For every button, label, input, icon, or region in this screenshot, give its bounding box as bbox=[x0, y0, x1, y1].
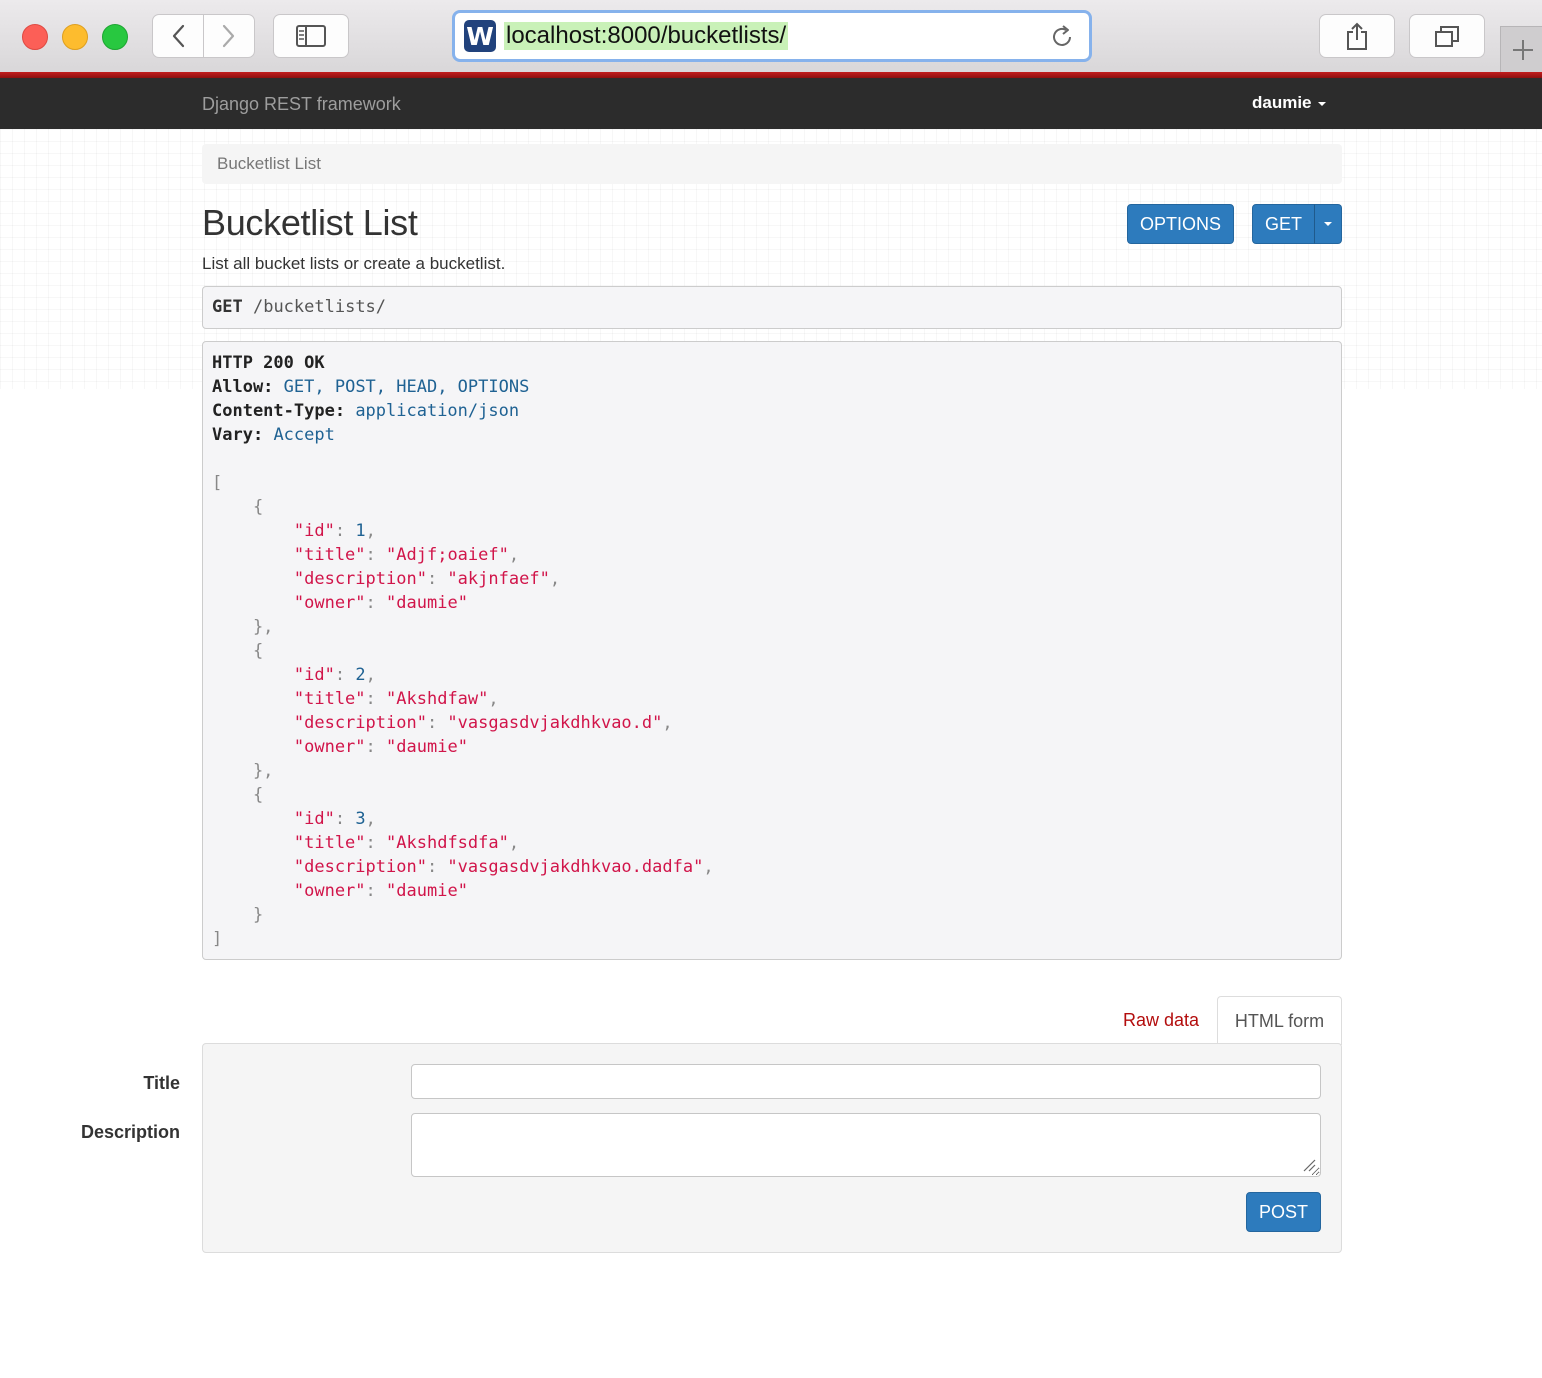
back-icon bbox=[172, 24, 185, 48]
caret-down-icon bbox=[1317, 101, 1326, 106]
browser-toolbar: W localhost:8000/bucketlists/ bbox=[0, 0, 1542, 73]
response-header: Allow: GET, POST, HEAD, OPTIONS bbox=[212, 377, 530, 397]
json-field: "owner": "daumie" bbox=[212, 737, 468, 757]
close-window-button[interactable] bbox=[22, 24, 48, 50]
json-field: "description": "vasgasdvjakdhkvao.d", bbox=[212, 713, 673, 733]
share-icon bbox=[1347, 22, 1367, 50]
json-field: "title": "Akshdfsdfa", bbox=[212, 833, 520, 853]
response-header: Vary: Accept bbox=[212, 425, 335, 445]
request-path: /bucketlists/ bbox=[252, 297, 387, 317]
show-tabs-button[interactable] bbox=[1409, 14, 1485, 58]
zoom-window-button[interactable] bbox=[102, 24, 128, 50]
share-button[interactable] bbox=[1319, 14, 1395, 58]
username: daumie bbox=[1252, 93, 1312, 112]
caret-down-icon bbox=[1324, 222, 1332, 226]
address-bar[interactable]: W localhost:8000/bucketlists/ bbox=[452, 10, 1092, 62]
navbar-brand[interactable]: Django REST framework bbox=[202, 94, 401, 115]
json-field: "id": 2, bbox=[212, 665, 376, 685]
response-info: HTTP 200 OK Allow: GET, POST, HEAD, OPTI… bbox=[202, 341, 1342, 960]
get-button[interactable]: GET bbox=[1252, 204, 1315, 244]
response-status: HTTP 200 OK bbox=[212, 353, 325, 373]
back-button[interactable] bbox=[152, 14, 204, 58]
user-menu[interactable]: daumie bbox=[1252, 93, 1326, 113]
breadcrumb-item-active: Bucketlist List bbox=[217, 154, 321, 173]
forward-icon bbox=[222, 24, 235, 48]
sidebar-icon bbox=[296, 25, 326, 47]
forward-button[interactable] bbox=[203, 14, 255, 58]
json-field: "title": "Akshdfaw", bbox=[212, 689, 499, 709]
new-tab-icon bbox=[1513, 40, 1533, 60]
request-method: GET bbox=[212, 297, 243, 317]
navbar: Django REST framework daumie bbox=[0, 78, 1542, 129]
post-button[interactable]: POST bbox=[1246, 1192, 1321, 1232]
page-title: Bucketlist List bbox=[202, 202, 418, 243]
tab-html-form[interactable]: HTML form bbox=[1217, 996, 1342, 1045]
json-field: "owner": "daumie" bbox=[212, 881, 468, 901]
new-tab-button[interactable] bbox=[1500, 26, 1542, 73]
response-header: Content-Type: application/json bbox=[212, 401, 520, 421]
json-field: "owner": "daumie" bbox=[212, 593, 468, 613]
json-field: "id": 3, bbox=[212, 809, 376, 829]
minimize-window-button[interactable] bbox=[62, 24, 88, 50]
json-field: "description": "akjnfaef", bbox=[212, 569, 561, 589]
options-button[interactable]: OPTIONS bbox=[1127, 204, 1234, 244]
title-input[interactable] bbox=[411, 1064, 1321, 1099]
resize-handle-icon[interactable] bbox=[1302, 1158, 1316, 1172]
breadcrumb: Bucketlist List bbox=[202, 144, 1342, 184]
json-field: "title": "Adjf;oaief", bbox=[212, 545, 520, 565]
get-format-dropdown-button[interactable] bbox=[1314, 204, 1342, 244]
sidebar-button[interactable] bbox=[273, 14, 349, 58]
description-textarea[interactable] bbox=[411, 1113, 1321, 1177]
reload-icon[interactable] bbox=[1049, 24, 1075, 50]
page-description: List all bucket lists or create a bucket… bbox=[202, 254, 506, 273]
url-text[interactable]: localhost:8000/bucketlists/ bbox=[504, 22, 789, 50]
json-field: "id": 1, bbox=[212, 521, 376, 541]
tab-raw-data[interactable]: Raw data bbox=[1110, 997, 1212, 1043]
tabs-icon bbox=[1435, 26, 1459, 47]
json-field: "description": "vasgasdvjakdhkvao.dadfa"… bbox=[212, 857, 714, 877]
site-favicon-icon: W bbox=[464, 20, 496, 52]
title-label: Title bbox=[143, 1073, 180, 1093]
description-label: Description bbox=[80, 1122, 180, 1142]
request-info: GET /bucketlists/ bbox=[202, 286, 1342, 329]
